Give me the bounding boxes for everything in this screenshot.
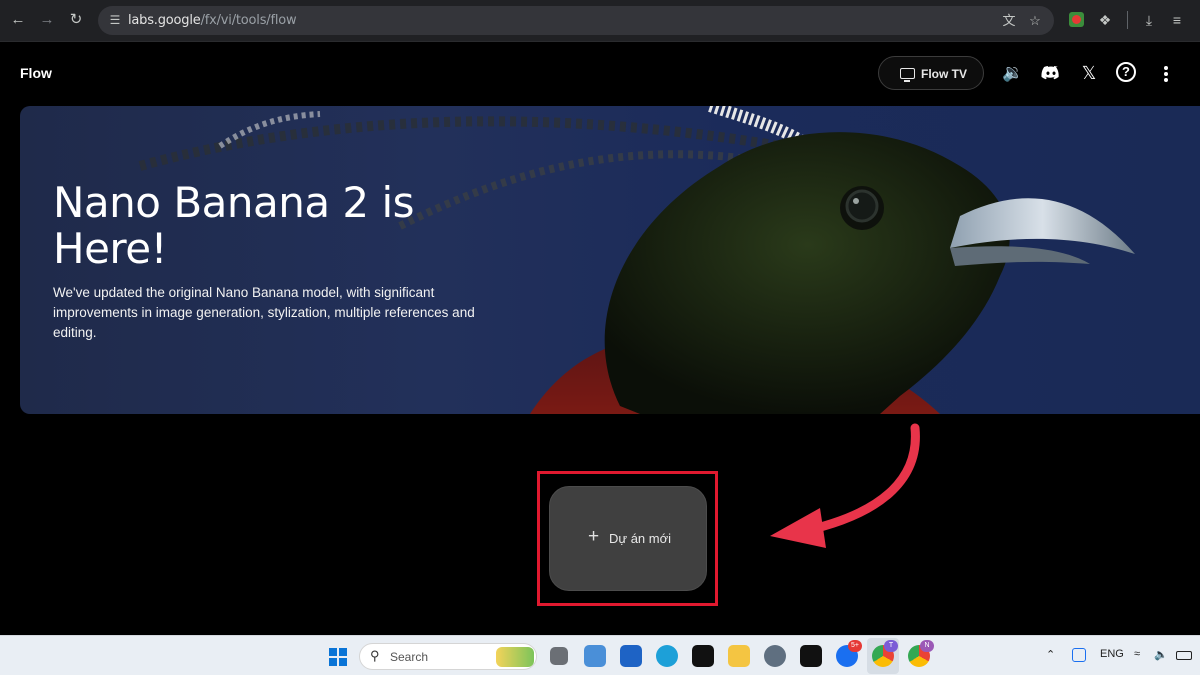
chrome-profile-badge-2: N <box>920 640 934 652</box>
chevron-up-icon[interactable]: ⌃ <box>1046 648 1055 661</box>
forward-arrow-icon[interactable]: → <box>35 8 59 32</box>
translate-icon[interactable]: 文 <box>1000 12 1018 30</box>
battery-icon[interactable] <box>1176 651 1192 660</box>
outlook-icon[interactable] <box>620 645 642 667</box>
zalo-badge: 5+ <box>848 640 862 652</box>
wifi-icon[interactable]: ≈ <box>1134 648 1140 660</box>
edge-icon[interactable] <box>656 645 678 667</box>
toolbar-divider <box>1127 11 1128 29</box>
app-title: Flow <box>20 65 52 81</box>
store-icon[interactable] <box>584 645 606 667</box>
url-text[interactable]: labs.google/fx/vi/tools/flow <box>128 13 297 28</box>
back-arrow-icon[interactable]: ← <box>6 8 30 32</box>
volume-icon[interactable]: 🔉 <box>1002 62 1024 84</box>
more-vert-icon[interactable] <box>1163 66 1169 82</box>
language-indicator[interactable]: ENG <box>1100 648 1124 660</box>
reading-mode-icon[interactable]: ≡ <box>1166 9 1188 31</box>
flow-tv-label: Flow TV <box>921 67 967 81</box>
extension-record-icon[interactable] <box>1069 12 1084 27</box>
search-icon: ⚲ <box>370 648 380 663</box>
discord-icon[interactable] <box>1040 62 1062 84</box>
plus-icon: + <box>588 526 600 547</box>
tv-icon <box>900 68 915 82</box>
site-settings-icon[interactable]: ☰ <box>106 11 124 29</box>
reload-icon[interactable]: ↻ <box>64 8 88 32</box>
task-view-icon[interactable] <box>550 647 568 665</box>
taskbar-search-label: Search <box>390 650 429 664</box>
new-project-label: Dự án mới <box>609 531 672 546</box>
x-icon[interactable]: 𝕏 <box>1078 62 1100 84</box>
extensions-icon[interactable]: ❖ <box>1094 9 1116 31</box>
hero-title: Nano Banana 2 is Here! <box>53 178 415 273</box>
browser-toolbar: ← → ↻ ☰ labs.google/fx/vi/tools/flow 文 ☆… <box>0 0 1200 42</box>
help-icon[interactable]: ? <box>1116 62 1136 82</box>
windows-taskbar: ⚲ Search 5+ T N ⌃ ENG ≈ 🔈 <box>0 635 1200 675</box>
annotation-arrow <box>770 423 920 548</box>
chrome-profile-badge-1: T <box>884 640 898 652</box>
capcut-icon[interactable] <box>692 645 714 667</box>
new-project-button[interactable]: + Dự án mới <box>549 486 707 591</box>
capcut-icon-2[interactable] <box>800 645 822 667</box>
download-icon[interactable]: ⤓ <box>1138 9 1160 31</box>
app-header: Flow Flow TV 🔉 𝕏 ? <box>0 42 1200 102</box>
search-highlight-image <box>496 647 534 667</box>
speaker-icon[interactable]: 🔈 <box>1154 648 1168 661</box>
onedrive-icon[interactable] <box>1072 648 1086 662</box>
bookmark-star-icon[interactable]: ☆ <box>1026 12 1044 30</box>
address-bar[interactable]: ☰ labs.google/fx/vi/tools/flow 文 ☆ <box>98 6 1054 35</box>
settings-gear-icon[interactable] <box>764 645 786 667</box>
hero-banner: Nano Banana 2 is Here! We've updated the… <box>20 106 1200 414</box>
flow-tv-button[interactable]: Flow TV <box>878 56 984 90</box>
hero-description: We've updated the original Nano Banana m… <box>53 285 475 340</box>
file-explorer-icon[interactable] <box>728 645 750 667</box>
windows-start-icon[interactable] <box>329 648 347 666</box>
taskbar-search[interactable]: ⚲ Search <box>359 643 537 670</box>
